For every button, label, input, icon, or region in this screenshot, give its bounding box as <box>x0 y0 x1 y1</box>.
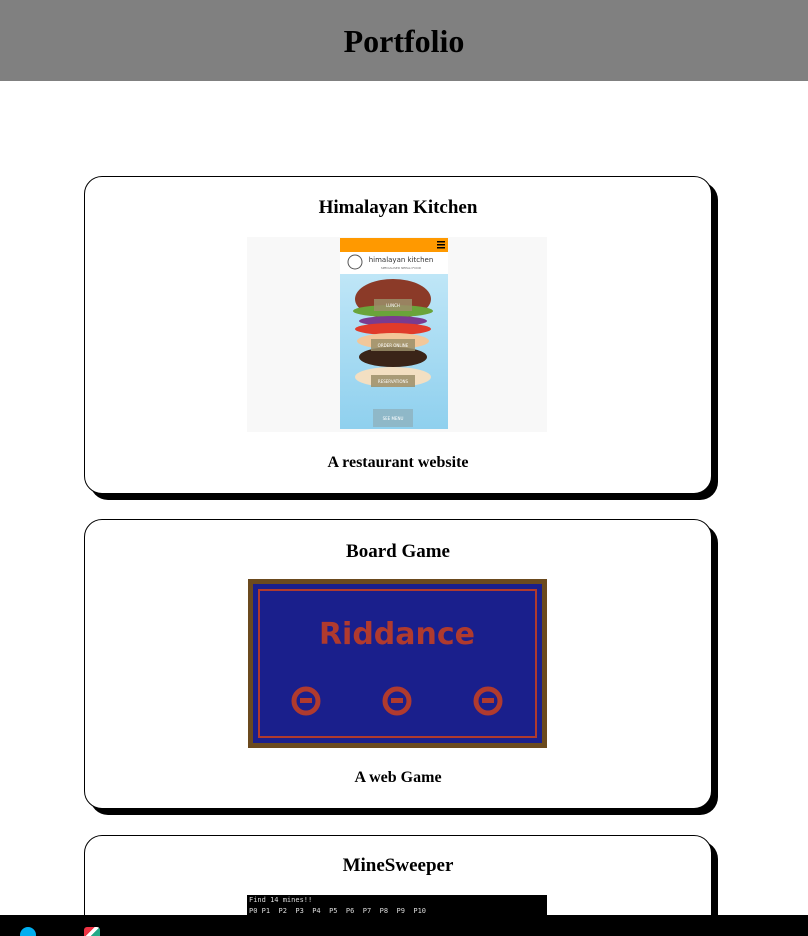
svg-text:SPECIALISED NEPALI FOOD: SPECIALISED NEPALI FOOD <box>381 266 422 270</box>
project-preview-image[interactable]: Riddance <box>248 579 547 748</box>
svg-text:SEE MENU: SEE MENU <box>383 416 404 421</box>
minesweeper-line-1: Find 14 mines!! <box>249 896 313 904</box>
riddance-game-screenshot: Riddance <box>248 579 547 748</box>
svg-text:RESERVATIONS: RESERVATIONS <box>378 379 409 384</box>
project-preview-image[interactable]: himalayan kitchen SPECIALISED NEPALI FOO… <box>247 237 547 432</box>
project-title: MineSweeper <box>342 855 454 876</box>
project-title: Board Game <box>346 541 450 562</box>
project-description: A restaurant website <box>327 454 469 471</box>
svg-text:Riddance: Riddance <box>319 617 475 652</box>
project-card-board-game[interactable]: Board Game Riddance A web Game <box>84 519 712 809</box>
project-card-himalayan-kitchen[interactable]: Himalayan Kitchen himalayan kitchen SPEC… <box>84 176 712 494</box>
project-title: Himalayan Kitchen <box>318 197 478 218</box>
project-description: A web Game <box>354 769 442 786</box>
svg-text:LUNCH: LUNCH <box>386 303 400 308</box>
page-header: Portfolio <box>0 0 808 81</box>
svg-text:ORDER ONLINE: ORDER ONLINE <box>378 343 409 348</box>
skype-icon[interactable] <box>20 927 36 936</box>
page-title: Portfolio <box>343 22 465 59</box>
svg-text:himalayan kitchen: himalayan kitchen <box>369 256 434 264</box>
app-launcher-icon[interactable] <box>84 927 100 936</box>
himalayan-kitchen-screenshot: himalayan kitchen SPECIALISED NEPALI FOO… <box>247 237 547 432</box>
taskbar <box>0 915 808 936</box>
